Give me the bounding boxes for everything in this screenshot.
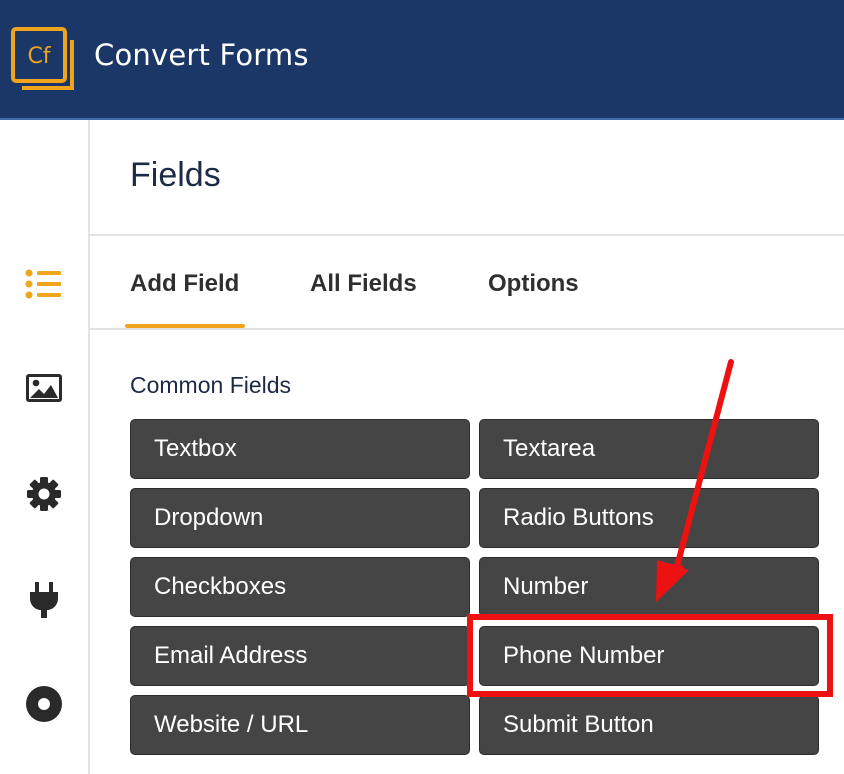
plug-icon[interactable] — [22, 578, 66, 622]
section-title: Common Fields — [130, 372, 292, 398]
logo-text: Cf — [27, 44, 51, 69]
tab-all-fields[interactable]: All Fields — [310, 270, 417, 298]
field-button-submit-button[interactable]: Submit Button — [479, 695, 819, 755]
field-button-textarea[interactable]: Textarea — [479, 419, 819, 479]
field-button-number[interactable]: Number — [479, 557, 819, 617]
tab-options[interactable]: Options — [488, 270, 579, 298]
field-button-dropdown[interactable]: Dropdown — [130, 488, 470, 548]
tabs-divider — [90, 328, 844, 330]
panel-title: Fields — [130, 156, 221, 194]
image-icon[interactable] — [22, 366, 66, 410]
app-title: Convert Forms — [94, 38, 309, 72]
field-button-textbox[interactable]: Textbox — [130, 419, 470, 479]
app-header: Cf Convert Forms — [0, 0, 844, 120]
list-icon[interactable] — [22, 262, 66, 306]
field-button-email-address[interactable]: Email Address — [130, 626, 470, 686]
gear-icon[interactable] — [22, 472, 66, 516]
title-divider — [90, 234, 844, 236]
record-icon[interactable] — [22, 682, 66, 726]
sidebar — [0, 120, 90, 774]
tab-add-field[interactable]: Add Field — [130, 270, 239, 298]
field-button-radio-buttons[interactable]: Radio Buttons — [479, 488, 819, 548]
field-button-website-url[interactable]: Website / URL — [130, 695, 470, 755]
field-button-checkboxes[interactable]: Checkboxes — [130, 557, 470, 617]
phone-number-highlight-box — [467, 614, 833, 697]
convert-forms-logo: Cf — [11, 27, 74, 90]
